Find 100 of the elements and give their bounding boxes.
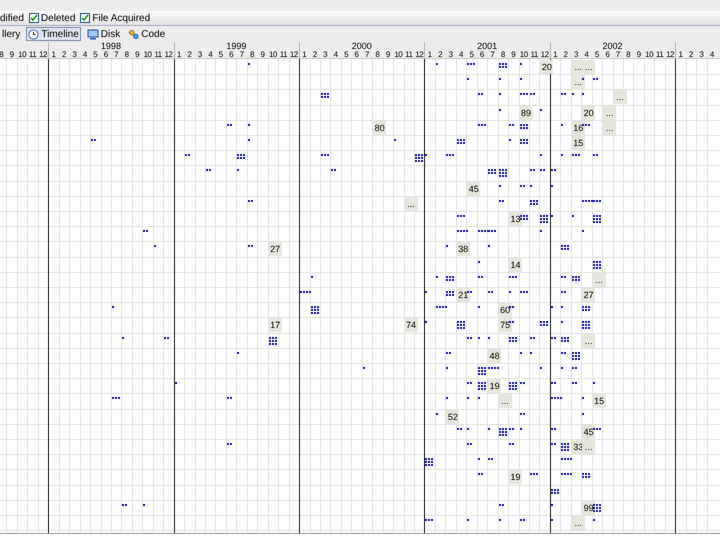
file-count: ... — [572, 516, 585, 530]
file-dots — [520, 382, 524, 384]
file-dots — [467, 382, 472, 384]
file-count: 15 — [592, 394, 606, 408]
file-dots — [509, 336, 518, 342]
file-dots — [572, 93, 574, 96]
file-dots — [550, 184, 553, 187]
month-label: 2 — [437, 50, 444, 59]
file-count: 19 — [488, 379, 502, 394]
month-label: 6 — [102, 50, 109, 59]
month-label: 12 — [665, 50, 675, 59]
month-label: 3 — [698, 50, 704, 59]
month-label: 6 — [604, 50, 610, 59]
file-dots — [143, 504, 146, 506]
file-dots — [488, 458, 494, 460]
file-dots — [446, 245, 448, 248]
month-label: 2 — [688, 50, 694, 59]
file-dots — [237, 352, 240, 354]
file-count: 14 — [509, 258, 522, 272]
file-dots — [561, 154, 564, 156]
month-label: 5 — [468, 50, 475, 59]
file-dots — [592, 504, 601, 512]
file-count: 38 — [456, 242, 470, 256]
file-dots — [592, 260, 601, 269]
month-label: 10 — [142, 50, 153, 59]
file-count: 20 — [540, 60, 554, 74]
file-dots — [498, 200, 504, 202]
file-dots — [143, 230, 148, 232]
file-count: ... — [498, 394, 512, 408]
month-label: 7 — [113, 50, 120, 59]
gears-icon — [128, 28, 140, 40]
file-dots — [550, 306, 553, 308]
check-icon — [30, 14, 38, 22]
file-count: 74 — [404, 318, 418, 332]
file-dots — [520, 412, 524, 415]
month-label: 11 — [404, 50, 414, 59]
month-label: 3 — [196, 50, 203, 59]
month-label: 8 — [625, 50, 632, 59]
file-dots — [582, 230, 584, 232]
month-label: 5 — [343, 50, 350, 59]
file-dots — [320, 154, 329, 156]
checkbox[interactable] — [28, 13, 39, 23]
file-dots — [164, 336, 170, 339]
file-dots — [530, 352, 532, 354]
view-tab[interactable]: Disk — [84, 27, 122, 41]
file-dots — [592, 382, 595, 384]
file-dots — [415, 154, 423, 162]
file-dots — [498, 63, 507, 68]
month-label: 9 — [636, 50, 642, 59]
file-dots — [206, 169, 211, 172]
file-dots — [467, 78, 470, 80]
year-label: 2000 — [350, 42, 373, 51]
clock-icon — [28, 28, 40, 40]
file-dots — [185, 154, 190, 156]
month-label: 4 — [82, 50, 88, 59]
month-label: 7 — [238, 50, 245, 59]
view-tab[interactable]: llery — [0, 27, 22, 41]
month-label: 8 — [374, 50, 380, 59]
file-count: 19 — [509, 470, 522, 484]
file-dots — [446, 276, 454, 281]
file-count: 45 — [467, 182, 480, 196]
file-dots — [592, 215, 601, 223]
file-count: ... — [582, 334, 596, 348]
file-dots — [478, 93, 483, 96]
file-dots — [530, 473, 538, 476]
file-dots — [478, 458, 480, 460]
file-dots — [582, 93, 584, 96]
check-icon — [81, 14, 90, 22]
month-label: 1 — [176, 50, 182, 59]
month-label: 9 — [134, 50, 140, 59]
month-label: 12 — [38, 50, 48, 59]
month-label: 3 — [448, 50, 454, 59]
file-dots — [592, 78, 598, 80]
checkbox[interactable] — [80, 13, 90, 23]
month-label: 4 — [332, 50, 339, 59]
file-dots — [550, 336, 556, 339]
file-dots — [112, 397, 120, 400]
file-dots — [530, 93, 535, 96]
file-count: 13 — [509, 212, 522, 226]
file-count: 15 — [572, 136, 585, 150]
file-dots — [446, 352, 452, 354]
file-dots — [478, 367, 486, 375]
file-dots — [268, 336, 277, 345]
file-dots — [478, 260, 480, 263]
file-dots — [530, 184, 532, 187]
file-dots — [226, 124, 232, 126]
month-label: 5 — [92, 50, 98, 59]
month-label: 10 — [17, 50, 28, 59]
file-dots — [582, 321, 590, 330]
view-tab[interactable]: Timeline — [26, 27, 81, 41]
file-dots — [248, 124, 250, 126]
file-dots — [550, 397, 562, 400]
file-count: ... — [614, 90, 627, 104]
file-dots — [561, 352, 566, 354]
month-label: 10 — [393, 50, 404, 59]
month-label: 3 — [572, 50, 579, 59]
month-label: 6 — [478, 50, 485, 59]
month-label: 7 — [614, 50, 621, 59]
month-label: 1 — [677, 50, 684, 59]
view-tab[interactable]: Code — [126, 27, 168, 41]
